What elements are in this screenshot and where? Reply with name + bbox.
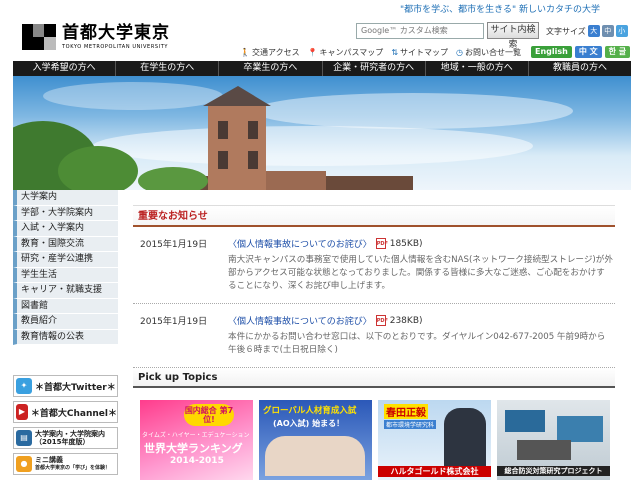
side-nav-research[interactable]: 研究・産学公連携 xyxy=(13,252,118,268)
global-nav: 入学希望の方へ 在学生の方へ 卒業生の方へ 企業・研究者の方へ 地域・一般の方へ… xyxy=(13,61,631,76)
clock-icon: ◷ xyxy=(456,47,463,57)
youtube-banner-label: ＊首都大Channel＊ xyxy=(30,408,117,419)
side-nav-student-life[interactable]: 学生生活 xyxy=(13,267,118,283)
side-nav-faculty-intro[interactable]: 教員紹介 xyxy=(13,314,118,330)
topic-ranking-line3: 2014-2015 xyxy=(170,456,224,466)
building-model-1 xyxy=(505,410,545,432)
tagline: "都市を学ぶ、都市を生きる" 新しいカタチの大学 xyxy=(400,5,600,15)
font-size-control: 文字サイズ 大 中 小 xyxy=(546,25,628,37)
topic-global-line2: (AO入試) 始まる！ xyxy=(273,419,345,428)
guidebook-banner-line2: （2015年度版） xyxy=(35,438,90,446)
notice-link[interactable]: 〈個人情報事故についてのお詫び〉 xyxy=(228,314,372,327)
nav-community[interactable]: 地域・一般の方へ xyxy=(426,61,529,76)
side-nav: 大学案内 学部・大学院案内 入試・入学案内 教育・国際交流 研究・産学公連携 学… xyxy=(13,190,118,345)
book-icon: ▤ xyxy=(16,430,32,446)
nav-prospective-students[interactable]: 入学希望の方へ xyxy=(13,61,117,76)
guidebook-banner-line1: 大学案内・大学院案内 xyxy=(35,430,105,438)
important-notices: 重要なお知らせ 2015年1月19日 〈個人情報事故についてのお詫び〉 PDF … xyxy=(133,205,615,377)
logo-mark-icon xyxy=(22,24,56,50)
notices-heading: 重要なお知らせ xyxy=(133,205,615,227)
person-walking-icon: 🚶 xyxy=(240,47,250,57)
notice-file-size: 238KB) xyxy=(389,315,423,326)
side-nav-career[interactable]: キャリア・就職支援 xyxy=(13,283,118,299)
hero-image xyxy=(13,76,631,190)
notice-item: 2015年1月19日 〈個人情報事故についてのお詫び〉 PDF 185KB) 南… xyxy=(133,227,615,304)
english-button[interactable]: English xyxy=(531,46,572,58)
logo-japanese: 首都大学東京 xyxy=(62,23,170,43)
sitemap-link[interactable]: ⇅ サイトマップ xyxy=(391,47,448,58)
topic-disaster-research[interactable]: 総合防災対策研究プロジェクト xyxy=(497,400,610,480)
topic-global-line1: グローバル人材育成入試 xyxy=(263,406,357,416)
contact-link[interactable]: ◷ お問い合せ一覧 xyxy=(456,47,521,58)
chinese-button[interactable]: 中 文 xyxy=(574,46,602,58)
nav-current-students[interactable]: 在学生の方へ xyxy=(116,61,220,76)
topic-ranking[interactable]: 国内総合 第7位! タイムズ・ハイヤー・エデュケーション 世界大学ランキング 2… xyxy=(140,400,253,480)
side-nav-admissions[interactable]: 入試・入学案内 xyxy=(13,221,118,237)
lecture-icon: ● xyxy=(16,456,32,472)
nav-faculty-staff[interactable]: 教職員の方へ xyxy=(529,61,631,76)
mini-lecture-line1: ミニ講義 xyxy=(35,456,63,464)
twitter-icon: ✦ xyxy=(16,378,32,394)
notice-date: 2015年1月19日 xyxy=(140,317,208,327)
side-nav-about[interactable]: 大学案内 xyxy=(13,190,118,206)
pdf-icon: PDF xyxy=(375,238,388,249)
guidebook-banner[interactable]: ▤ 大学案内・大学院案内 （2015年度版） xyxy=(13,427,118,449)
font-size-large-button[interactable]: 大 xyxy=(587,25,600,37)
pdf-icon: PDF xyxy=(375,315,388,326)
nav-companies-researchers[interactable]: 企業・研究者の方へ xyxy=(323,61,426,76)
notice-date: 2015年1月19日 xyxy=(140,240,208,250)
youtube-banner[interactable]: ▶ ＊首都大Channel＊ xyxy=(13,401,118,423)
campus-map-link[interactable]: 📍 キャンパスマップ xyxy=(308,47,384,58)
researcher-photo xyxy=(444,408,486,466)
topic-researcher-line3: ハルタゴールド株式会社 xyxy=(378,466,491,477)
twitter-banner-label: ＊首都大Twitter＊ xyxy=(35,382,116,393)
topic-global-admission[interactable]: グローバル人材育成入試 (AO入試) 始まる！ xyxy=(259,400,372,480)
search-button[interactable]: サイト内検索 xyxy=(487,22,539,50)
topic-researcher-line2: 都市環境学研究科 xyxy=(384,420,437,429)
font-size-medium-button[interactable]: 中 xyxy=(601,25,614,37)
pickup-heading: Pick up Topics xyxy=(133,368,615,388)
topic-ranking-badge: 国内総合 第7位! xyxy=(184,404,234,426)
notice-file-size: 185KB) xyxy=(389,238,423,249)
topic-researcher[interactable]: 春田正毅 都市環境学研究科 ハルタゴールド株式会社 xyxy=(378,400,491,480)
topic-ranking-line2: 世界大学ランキング xyxy=(144,442,243,455)
side-nav-library[interactable]: 図書館 xyxy=(13,298,118,314)
students-photo xyxy=(265,436,365,476)
font-size-label: 文字サイズ xyxy=(546,26,586,36)
nav-alumni[interactable]: 卒業生の方へ xyxy=(219,61,323,76)
mini-lecture-line2: 首都大学東京の「学び」を体験！ xyxy=(35,465,111,471)
logo-english: TOKYO METROPOLITAN UNIVERSITY xyxy=(62,44,169,50)
search-input[interactable]: Google™ カスタム検索 xyxy=(356,23,484,39)
sitemap-icon: ⇅ xyxy=(391,47,399,57)
topic-researcher-line1: 春田正毅 xyxy=(384,404,428,419)
korean-button[interactable]: 한 글 xyxy=(604,46,631,58)
contact-link-label: お問い合せ一覧 xyxy=(465,47,521,57)
utility-links: 🚶 交通アクセス 📍 キャンパスマップ ⇅ サイトマップ ◷ お問い合せ一覧 Engli… xyxy=(240,46,631,58)
notice-description: 南大沢キャンパスの事務室で使用していた個人情報を含むNAS(ネットワーク接続型ス… xyxy=(228,255,613,291)
youtube-icon: ▶ xyxy=(16,404,28,420)
mini-lecture-banner[interactable]: ● ミニ講義 首都大学東京の「学び」を体験！ xyxy=(13,453,118,475)
access-link-label: 交通アクセス xyxy=(251,47,300,57)
pickup-topics: Pick up Topics 国内総合 第7位! タイムズ・ハイヤー・エデュケー… xyxy=(133,368,615,480)
notice-description: 本件にかかるお問い合わせ窓口は、以下のとおりです。ダイヤルイン042-677-2… xyxy=(228,332,606,355)
map-pin-icon: 📍 xyxy=(307,47,318,57)
side-nav-faculties[interactable]: 学部・大学院案内 xyxy=(13,205,118,221)
topic-ranking-line1: タイムズ・ハイヤー・エデュケーション xyxy=(142,432,250,439)
notice-item: 2015年1月19日 〈個人情報事故についてのお詫び〉 PDF 238KB) 本… xyxy=(133,304,615,368)
campus-map-link-label: キャンパスマップ xyxy=(319,47,384,57)
building-model-2 xyxy=(557,416,603,442)
building-model-3 xyxy=(517,440,571,460)
side-banners: ✦ ＊首都大Twitter＊ ▶ ＊首都大Channel＊ ▤ 大学案内・大学院… xyxy=(13,375,118,479)
university-logo[interactable]: 首都大学東京 TOKYO METROPOLITAN UNIVERSITY xyxy=(22,24,170,50)
access-link[interactable]: 🚶 交通アクセス xyxy=(240,47,300,58)
campus-tower-illustration xyxy=(13,82,573,190)
notice-link[interactable]: 〈個人情報事故についてのお詫び〉 xyxy=(228,237,372,250)
side-nav-education-info[interactable]: 教育情報の公表 xyxy=(13,329,118,345)
sitemap-link-label: サイトマップ xyxy=(400,47,449,57)
side-nav-education-international[interactable]: 教育・国際交流 xyxy=(13,236,118,252)
font-size-small-button[interactable]: 小 xyxy=(615,25,628,37)
language-switcher: English 中 文 한 글 xyxy=(531,46,631,58)
twitter-banner[interactable]: ✦ ＊首都大Twitter＊ xyxy=(13,375,118,397)
